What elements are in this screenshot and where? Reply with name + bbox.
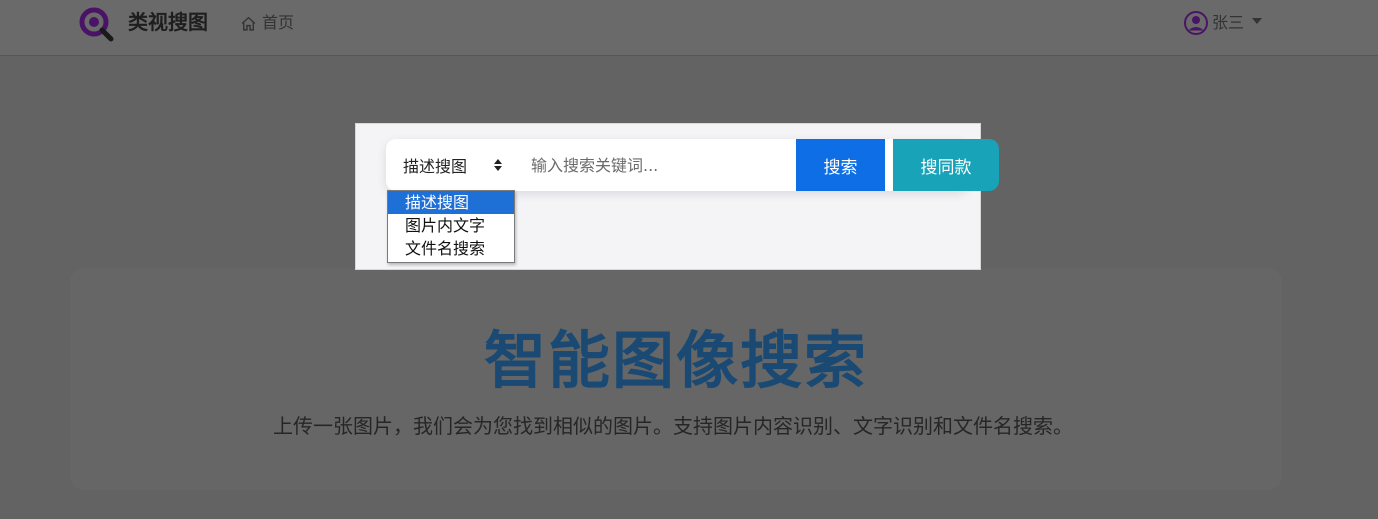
navbar: 类视搜图 首页 张三 <box>0 0 1378 56</box>
search-mode-value: 描述搜图 <box>403 157 468 176</box>
magnifier-logo-icon[interactable] <box>78 6 114 42</box>
dropdown-option-image-text[interactable]: 图片内文字 <box>388 214 514 237</box>
hero-title: 智能图像搜索 <box>483 324 868 397</box>
nav-home-link[interactable]: 首页 <box>240 11 294 35</box>
hero-subtitle: 上传一张图片，我们会为您找到相似的图片。支持图片内容识别、文字识别和文件名搜索。 <box>273 414 1073 438</box>
nav-home-label: 首页 <box>262 13 295 32</box>
user-name: 张三 <box>1212 13 1245 32</box>
user-avatar-icon <box>1184 11 1208 35</box>
dropdown-option-describe[interactable]: 描述搜图 <box>388 191 514 214</box>
home-icon <box>241 16 256 31</box>
search-bar: 描述搜图 搜索 搜同款 <box>386 139 999 191</box>
brand-name[interactable]: 类视搜图 <box>128 8 208 36</box>
search-button[interactable]: 搜索 <box>796 139 885 191</box>
dropdown-option-filename[interactable]: 文件名搜索 <box>388 237 514 260</box>
search-mode-select[interactable]: 描述搜图 <box>386 139 516 191</box>
caret-down-icon <box>1252 18 1263 24</box>
search-mode-dropdown: 描述搜图 图片内文字 文件名搜索 <box>387 190 515 263</box>
user-menu-toggle[interactable]: 张三 <box>1184 10 1263 36</box>
search-same-style-button[interactable]: 搜同款 <box>893 139 999 191</box>
page: 类视搜图 首页 张三 智能图像搜索 上传一张图片，我们会为您找到相似的图片。支持… <box>0 0 1378 519</box>
search-input[interactable] <box>516 139 796 191</box>
select-updown-icon <box>494 159 502 171</box>
